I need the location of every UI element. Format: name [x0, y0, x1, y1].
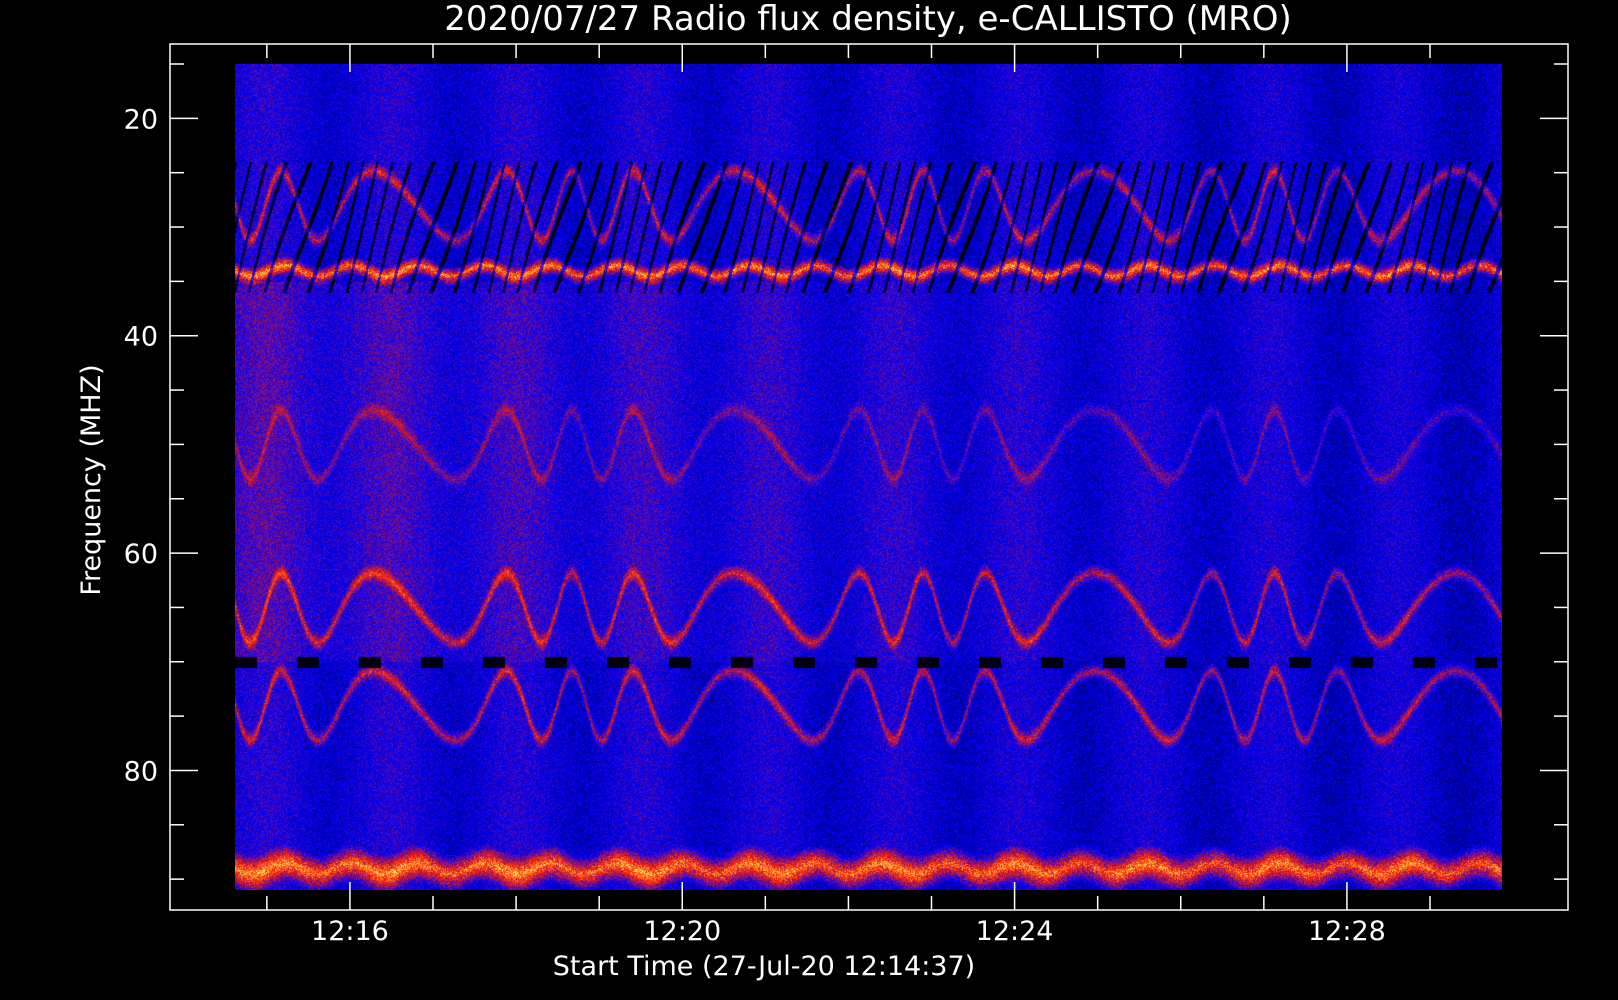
- y-tick-label: 40: [124, 322, 158, 353]
- y-tick-label: 20: [124, 104, 158, 135]
- spectrogram-image: [235, 64, 1502, 890]
- x-axis-label: Start Time (27-Jul-20 12:14:37): [553, 951, 975, 982]
- heatmap: [235, 64, 1502, 890]
- y-tick-label: 60: [124, 539, 158, 570]
- x-tick-label: 12:20: [643, 916, 721, 947]
- chart-title: 2020/07/27 Radio flux density, e-CALLIST…: [444, 0, 1292, 39]
- x-tick-label: 12:16: [311, 916, 389, 947]
- spectrogram-chart: 2020/07/27 Radio flux density, e-CALLIST…: [0, 0, 1618, 1000]
- x-tick-label: 12:28: [1308, 916, 1386, 947]
- y-tick-label: 80: [124, 756, 158, 787]
- y-axis-label: Frequency (MHZ): [76, 364, 107, 595]
- x-tick-label: 12:24: [976, 916, 1054, 947]
